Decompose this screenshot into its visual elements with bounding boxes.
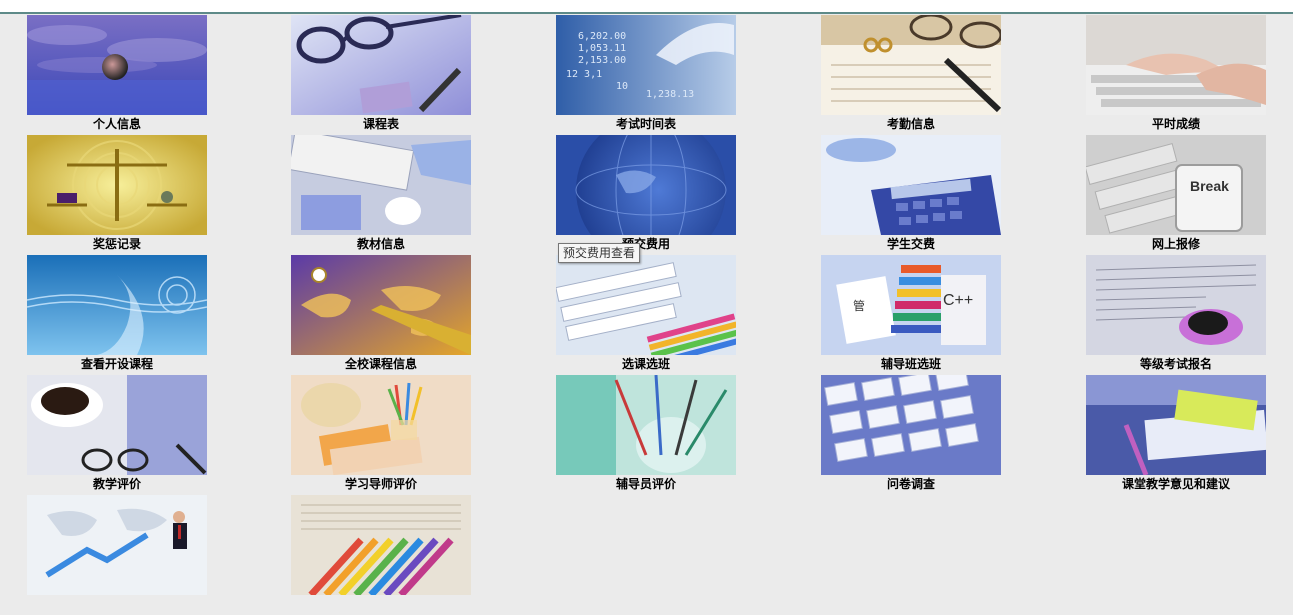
- svg-text:Break: Break: [1190, 178, 1229, 194]
- menu-tile-row5-col2[interactable]: [291, 495, 471, 615]
- menu-tile-course-selection[interactable]: 选课选班: [556, 255, 736, 375]
- keyboard-and-mouse-image: [291, 135, 471, 235]
- tile-label: 课程表: [362, 117, 399, 131]
- menu-tile-regular-grades[interactable]: 平时成绩: [1086, 15, 1266, 135]
- tooltip: 预交费用查看: [558, 243, 641, 263]
- tile-label: 学习导师评价: [344, 477, 417, 491]
- svg-text:2,153.00: 2,153.00: [578, 55, 626, 66]
- tile-label: [291, 595, 471, 613]
- scales-image: [27, 135, 207, 235]
- keyboard-and-papers-image: [1086, 375, 1266, 475]
- svg-text:10: 10: [616, 81, 628, 92]
- globe-over-clouds-image: [27, 15, 207, 115]
- tile-label: [27, 595, 207, 613]
- top-header-bar: [0, 0, 1293, 14]
- tile-label: 课堂教学意见和建议: [1121, 477, 1230, 491]
- svg-text:1,238.13: 1,238.13: [646, 89, 694, 100]
- world-map-pen-image: [291, 255, 471, 355]
- tile-label: 查看开设课程: [80, 357, 153, 371]
- tile-label: 平时成绩: [1151, 117, 1200, 131]
- notebook-and-glasses-image: [821, 15, 1001, 115]
- tile-label: 教材信息: [356, 237, 405, 251]
- menu-tile-prepaid-fees[interactable]: 预交费用: [556, 135, 736, 255]
- newspaper-and-coffee-image: [1086, 255, 1266, 355]
- pencils-in-cup-image: [291, 375, 471, 475]
- menu-tile-exam-schedule[interactable]: 6,202.00 1,053.11 2,153.00 12 3,1 10 1,238.13…: [556, 15, 736, 135]
- tile-label: 选课选班: [621, 357, 670, 371]
- tile-label: 考试时间表: [615, 117, 676, 131]
- break-key-image: Break: [1086, 135, 1266, 235]
- typing-hands-image: [1086, 15, 1266, 115]
- globe-closeup-image: [556, 135, 736, 235]
- tile-label: 考勤信息: [886, 117, 935, 131]
- svg-text:C++: C++: [943, 292, 973, 309]
- menu-tile-level-exam-signup[interactable]: 等级考试报名: [1086, 255, 1266, 375]
- menu-tile-timetable[interactable]: 课程表: [291, 15, 471, 135]
- menu-tile-rewards-penalties[interactable]: 奖惩记录: [27, 135, 207, 255]
- menu-tile-teaching-evaluation[interactable]: 教学评价: [27, 375, 207, 495]
- keyboard-and-books-image: [556, 255, 736, 355]
- menu-tile-all-courses[interactable]: 全校课程信息: [291, 255, 471, 375]
- calculator-image: [821, 135, 1001, 235]
- menu-tile-survey[interactable]: 问卷调查: [821, 375, 1001, 495]
- books-cpp-image: 管 C++: [821, 255, 1001, 355]
- blue-wave-image: [27, 255, 207, 355]
- menu-tile-classroom-feedback[interactable]: 课堂教学意见和建议: [1086, 375, 1266, 495]
- menu-tile-online-repair[interactable]: Break 网上报修: [1086, 135, 1266, 255]
- tile-label: 个人信息: [92, 117, 141, 131]
- tile-label: 奖惩记录: [92, 237, 141, 251]
- menu-tile-offered-courses[interactable]: 查看开设课程: [27, 255, 207, 375]
- keyboard-closeup-image: [821, 375, 1001, 475]
- svg-text:管: 管: [853, 298, 865, 313]
- menu-tile-mentor-evaluation[interactable]: 学习导师评价: [291, 375, 471, 495]
- tile-label: 全校课程信息: [344, 357, 417, 371]
- colored-pencils-book-image: [291, 495, 471, 595]
- brushes-in-glass-image: [556, 375, 736, 475]
- numbers-and-hand-image: 6,202.00 1,053.11 2,153.00 12 3,1 10 1,238.13: [556, 15, 736, 115]
- svg-text:1,053.11: 1,053.11: [578, 43, 626, 54]
- tile-label: 教学评价: [92, 477, 141, 491]
- svg-text:6,202.00: 6,202.00: [578, 31, 626, 42]
- businessman-map-image: [27, 495, 207, 595]
- svg-text:12 3,1: 12 3,1: [566, 69, 602, 80]
- menu-tile-row5-col1[interactable]: [27, 495, 207, 615]
- menu-tile-personal-info[interactable]: 个人信息: [27, 15, 207, 135]
- menu-tile-textbook-info[interactable]: 教材信息: [291, 135, 471, 255]
- tile-label: 辅导员评价: [615, 477, 676, 491]
- menu-tile-tutoring-class[interactable]: 管 C++ 辅导班选班: [821, 255, 1001, 375]
- glasses-and-pen-image: [291, 15, 471, 115]
- tile-label: 网上报修: [1151, 237, 1200, 251]
- tile-label: 学生交费: [886, 237, 935, 251]
- menu-tile-student-payment[interactable]: 学生交费: [821, 135, 1001, 255]
- menu-tile-counselor-evaluation[interactable]: 辅导员评价: [556, 375, 736, 495]
- coffee-and-glasses-image: [27, 375, 207, 475]
- tile-label: 问卷调查: [886, 477, 935, 491]
- menu-tile-attendance[interactable]: 考勤信息: [821, 15, 1001, 135]
- tile-label: 等级考试报名: [1139, 357, 1212, 371]
- tile-label: 辅导班选班: [880, 357, 941, 371]
